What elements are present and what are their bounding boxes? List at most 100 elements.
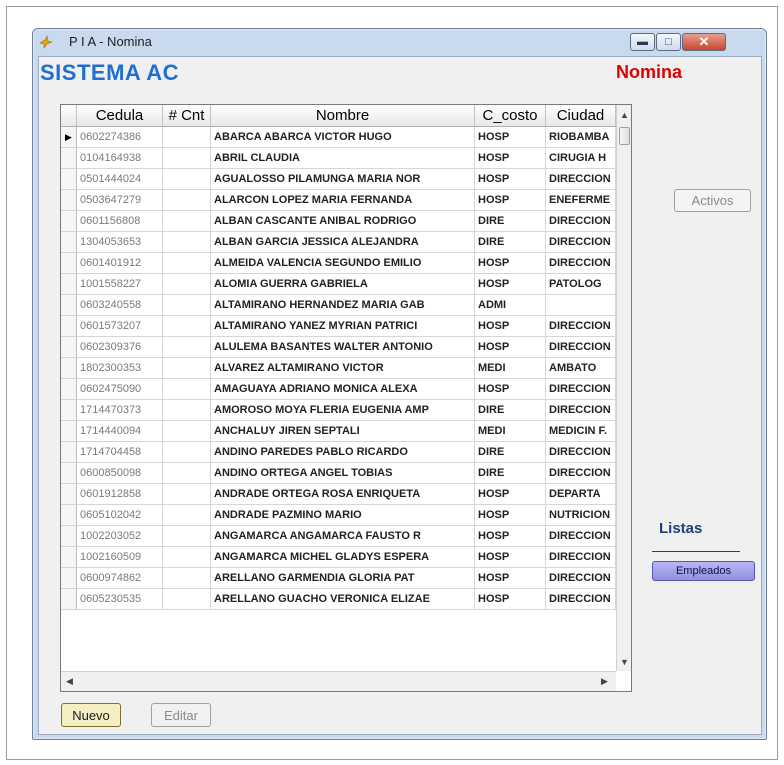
row-indicator[interactable]: ▶ xyxy=(61,127,77,148)
maximize-button[interactable]: □ xyxy=(656,33,681,51)
cell-costo[interactable]: HOSP xyxy=(475,274,546,295)
cell-nombre[interactable]: ANCHALUY JIREN SEPTALI xyxy=(211,421,475,442)
editar-button[interactable]: Editar xyxy=(151,703,211,727)
cell-cedula[interactable]: 0602475090 xyxy=(77,379,163,400)
cell-cnt[interactable] xyxy=(163,505,211,526)
cell-costo[interactable]: DIRE xyxy=(475,463,546,484)
cell-cnt[interactable] xyxy=(163,295,211,316)
column-header-cedula[interactable]: Cedula xyxy=(77,105,163,127)
cell-cnt[interactable] xyxy=(163,547,211,568)
cell-nombre[interactable]: AGUALOSSO PILAMUNGA MARIA NOR xyxy=(211,169,475,190)
cell-ciudad[interactable]: DIRECCION xyxy=(546,337,616,358)
cell-costo[interactable]: HOSP xyxy=(475,379,546,400)
table-row[interactable]: 0503647279 ALARCON LOPEZ MARIA FERNANDA HO… xyxy=(61,190,616,211)
cell-costo[interactable]: HOSP xyxy=(475,505,546,526)
table-row[interactable]: 0601401912 ALMEIDA VALENCIA SEGUNDO EMILI… xyxy=(61,253,616,274)
cell-nombre[interactable]: ARELLANO GUACHO VERONICA ELIZAE xyxy=(211,589,475,610)
cell-cedula[interactable]: 0601401912 xyxy=(77,253,163,274)
cell-cedula[interactable]: 1714470373 xyxy=(77,400,163,421)
cell-costo[interactable]: MEDI xyxy=(475,421,546,442)
table-row[interactable]: 0501444024 AGUALOSSO PILAMUNGA MARIA NOR H… xyxy=(61,169,616,190)
cell-nombre[interactable]: ANGAMARCA ANGAMARCA FAUSTO R xyxy=(211,526,475,547)
cell-cedula[interactable]: 0602274386 xyxy=(77,127,163,148)
row-indicator[interactable] xyxy=(61,295,77,316)
cell-costo[interactable]: HOSP xyxy=(475,148,546,169)
cell-nombre[interactable]: ALVAREZ ALTAMIRANO VICTOR xyxy=(211,358,475,379)
cell-ciudad[interactable] xyxy=(546,295,616,316)
table-row[interactable]: 0600850098 ANDINO ORTEGA ANGEL TOBIAS DIRE… xyxy=(61,463,616,484)
cell-nombre[interactable]: ABARCA ABARCA VICTOR HUGO xyxy=(211,127,475,148)
table-row[interactable]: 1714470373 AMOROSO MOYA FLERIA EUGENIA AM… xyxy=(61,400,616,421)
row-indicator[interactable] xyxy=(61,148,77,169)
cell-cnt[interactable] xyxy=(163,232,211,253)
cell-cnt[interactable] xyxy=(163,316,211,337)
column-header-costo[interactable]: C_costo xyxy=(475,105,546,127)
table-row[interactable]: 1714704458 ANDINO PAREDES PABLO RICARDO DI… xyxy=(61,442,616,463)
row-indicator[interactable] xyxy=(61,589,77,610)
cell-cedula[interactable]: 0503647279 xyxy=(77,190,163,211)
cell-nombre[interactable]: ALULEMA BASANTES WALTER ANTONIO xyxy=(211,337,475,358)
cell-costo[interactable]: HOSP xyxy=(475,568,546,589)
cell-cedula[interactable]: 0600850098 xyxy=(77,463,163,484)
cell-cedula[interactable]: 0605230535 xyxy=(77,589,163,610)
row-indicator[interactable] xyxy=(61,463,77,484)
title-bar[interactable]: P I A - Nomina ▬ □ ✕ xyxy=(33,29,766,55)
cell-nombre[interactable]: ANDINO PAREDES PABLO RICARDO xyxy=(211,442,475,463)
cell-costo[interactable]: HOSP xyxy=(475,127,546,148)
row-indicator[interactable] xyxy=(61,253,77,274)
cell-ciudad[interactable]: DIRECCION xyxy=(546,379,616,400)
cell-costo[interactable]: HOSP xyxy=(475,547,546,568)
cell-cnt[interactable] xyxy=(163,274,211,295)
row-indicator[interactable] xyxy=(61,337,77,358)
cell-costo[interactable]: DIRE xyxy=(475,232,546,253)
column-header-ciudad[interactable]: Ciudad xyxy=(546,105,616,127)
cell-ciudad[interactable]: DIRECCION xyxy=(546,547,616,568)
cell-costo[interactable]: DIRE xyxy=(475,211,546,232)
cell-ciudad[interactable]: DIRECCION xyxy=(546,568,616,589)
cell-costo[interactable]: HOSP xyxy=(475,190,546,211)
scroll-down-icon[interactable]: ▼ xyxy=(620,657,629,667)
cell-nombre[interactable]: ANDRADE ORTEGA ROSA ENRIQUETA xyxy=(211,484,475,505)
cell-cnt[interactable] xyxy=(163,190,211,211)
cell-costo[interactable]: HOSP xyxy=(475,316,546,337)
table-row[interactable]: 1802300353 ALVAREZ ALTAMIRANO VICTOR MEDI A… xyxy=(61,358,616,379)
table-row[interactable]: 0601912858 ANDRADE ORTEGA ROSA ENRIQUETA H… xyxy=(61,484,616,505)
table-row[interactable]: ▶ 0602274386 ABARCA ABARCA VICTOR HUGO HOSP… xyxy=(61,127,616,148)
cell-ciudad[interactable]: DIRECCION xyxy=(546,316,616,337)
cell-cedula[interactable]: 0601573207 xyxy=(77,316,163,337)
cell-cedula[interactable]: 0600974862 xyxy=(77,568,163,589)
cell-ciudad[interactable]: RIOBAMBA xyxy=(546,127,616,148)
empleados-button[interactable]: Empleados xyxy=(652,561,755,581)
cell-nombre[interactable]: AMAGUAYA ADRIANO MONICA ALEXA xyxy=(211,379,475,400)
row-indicator[interactable] xyxy=(61,400,77,421)
cell-ciudad[interactable]: MEDICIN F. xyxy=(546,421,616,442)
table-row[interactable]: 0600974862 ARELLANO GARMENDIA GLORIA PAT H… xyxy=(61,568,616,589)
scroll-left-icon[interactable]: ◀ xyxy=(66,676,73,687)
table-row[interactable]: 1714440094 ANCHALUY JIREN SEPTALI MEDI MEDI… xyxy=(61,421,616,442)
cell-nombre[interactable]: AMOROSO MOYA FLERIA EUGENIA AMP xyxy=(211,400,475,421)
nuevo-button[interactable]: Nuevo xyxy=(61,703,121,727)
cell-ciudad[interactable]: DIRECCION xyxy=(546,589,616,610)
row-indicator[interactable] xyxy=(61,211,77,232)
cell-nombre[interactable]: ANDRADE PAZMINO MARIO xyxy=(211,505,475,526)
row-indicator[interactable] xyxy=(61,421,77,442)
cell-nombre[interactable]: ALTAMIRANO HERNANDEZ MARIA GAB xyxy=(211,295,475,316)
cell-cnt[interactable] xyxy=(163,127,211,148)
cell-cnt[interactable] xyxy=(163,463,211,484)
cell-ciudad[interactable]: DEPARTA xyxy=(546,484,616,505)
activos-button[interactable]: Activos xyxy=(674,189,751,212)
cell-costo[interactable]: HOSP xyxy=(475,589,546,610)
cell-cnt[interactable] xyxy=(163,148,211,169)
column-header-nombre[interactable]: Nombre xyxy=(211,105,475,127)
cell-cnt[interactable] xyxy=(163,358,211,379)
row-indicator[interactable] xyxy=(61,274,77,295)
cell-ciudad[interactable]: DIRECCION xyxy=(546,526,616,547)
table-row[interactable]: 1304053653 ALBAN GARCIA JESSICA ALEJANDRA… xyxy=(61,232,616,253)
cell-cnt[interactable] xyxy=(163,421,211,442)
cell-cnt[interactable] xyxy=(163,526,211,547)
row-indicator[interactable] xyxy=(61,505,77,526)
row-indicator[interactable] xyxy=(61,547,77,568)
cell-cedula[interactable]: 1304053653 xyxy=(77,232,163,253)
cell-cnt[interactable] xyxy=(163,442,211,463)
cell-cnt[interactable] xyxy=(163,589,211,610)
